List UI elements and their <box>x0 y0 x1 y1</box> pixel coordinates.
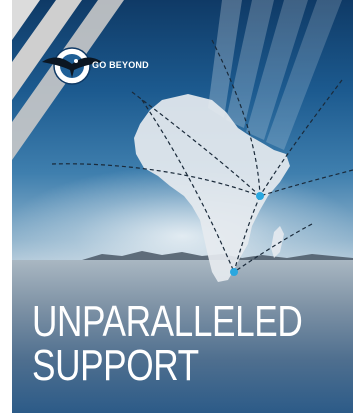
africa-continent-shape <box>134 94 290 282</box>
madagascar-shape <box>271 226 284 258</box>
poster: GO BEYOND UNPARALLELED SUPPORT <box>12 0 353 413</box>
headline-line-1: UNPARALLELED <box>32 297 303 346</box>
hub-dot-central <box>256 192 264 200</box>
hub-dot-south <box>230 268 238 276</box>
brand-tagline: GO BEYOND <box>92 60 149 70</box>
headline: UNPARALLELED SUPPORT <box>32 297 303 390</box>
headline-line-2: SUPPORT <box>32 341 199 390</box>
